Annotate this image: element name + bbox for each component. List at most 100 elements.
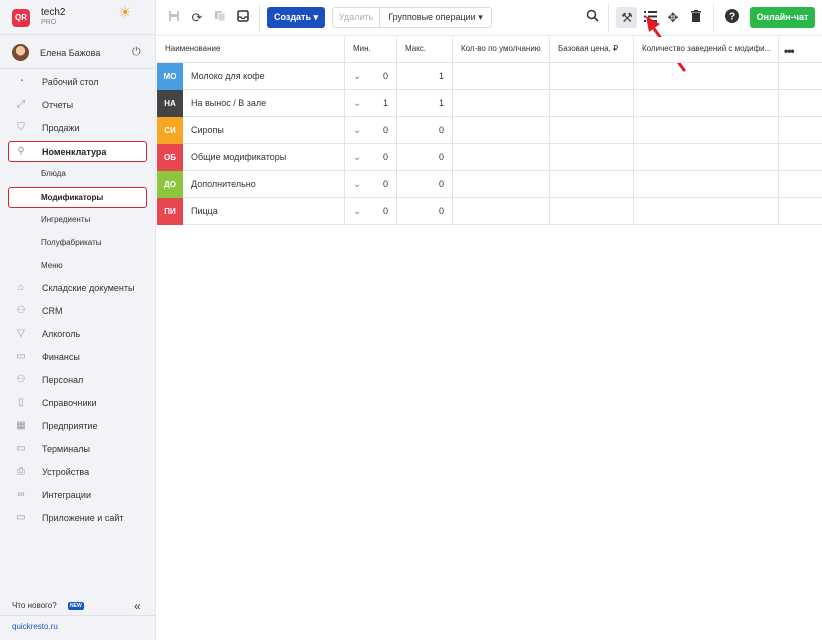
modifier-name-text: На вынос / В зале: [191, 98, 267, 108]
base-price-cell[interactable]: [550, 171, 634, 198]
min-cell[interactable]: 0: [345, 198, 397, 225]
table-row[interactable]: МО Молоко для кофе ⌄ 0 1: [157, 63, 822, 90]
search-icon[interactable]: [583, 9, 601, 27]
default-qty-cell[interactable]: [453, 63, 550, 90]
min-cell[interactable]: 0: [345, 171, 397, 198]
default-qty-cell[interactable]: [453, 171, 550, 198]
venues-count-cell[interactable]: [634, 117, 779, 144]
max-cell[interactable]: 1: [397, 90, 453, 117]
sidebar-item-staff[interactable]: ⚇ Персонал: [12, 370, 146, 390]
site-link[interactable]: quickresto.ru: [12, 622, 58, 631]
sidebar-item-crm[interactable]: ⚇ CRM: [12, 301, 146, 321]
column-header-max[interactable]: Макс.: [397, 37, 453, 63]
min-cell[interactable]: 1: [345, 90, 397, 117]
max-cell[interactable]: 0: [397, 198, 453, 225]
collapse-sidebar-icon[interactable]: «: [134, 599, 141, 613]
modifier-badge: МО: [157, 63, 183, 90]
max-cell[interactable]: 0: [397, 144, 453, 171]
copy-icon[interactable]: [211, 9, 229, 27]
sidebar-item-label: Номенклатура: [42, 147, 107, 157]
column-header-default-qty[interactable]: Кол-во по умолчанию: [453, 37, 550, 63]
default-qty-cell[interactable]: [453, 144, 550, 171]
venues-count-cell[interactable]: [634, 171, 779, 198]
max-cell[interactable]: 0: [397, 171, 453, 198]
venues-count-cell[interactable]: [634, 63, 779, 90]
theme-toggle-sun-icon[interactable]: ☀: [117, 4, 133, 20]
sidebar-item-devices[interactable]: ⎙ Устройства: [12, 462, 146, 482]
modifier-name[interactable]: Дополнительно ⌄: [183, 171, 361, 198]
table-row[interactable]: ДО Дополнительно ⌄ 0 0: [157, 171, 822, 198]
sidebar-item-dashboard[interactable]: ◔ Рабочий стол: [12, 72, 146, 92]
default-qty-cell[interactable]: [453, 117, 550, 144]
reports-icon: ⤢: [17, 99, 25, 110]
wallet-icon: ▭: [16, 351, 26, 362]
terminal-icon: ▭: [16, 443, 26, 454]
logout-power-icon[interactable]: ⏻: [132, 46, 141, 59]
sidebar-item-integrations[interactable]: ∞ Интеграции: [12, 485, 146, 505]
column-header-base-price[interactable]: Базовая цена, ₽: [550, 37, 634, 63]
base-price-cell[interactable]: [550, 144, 634, 171]
venues-count-cell[interactable]: [634, 90, 779, 117]
base-price-cell[interactable]: [550, 63, 634, 90]
sidebar-item-label: Терминалы: [42, 444, 90, 454]
save-icon[interactable]: [165, 9, 183, 27]
inbox-icon[interactable]: [234, 9, 252, 27]
modifier-name[interactable]: На вынос / В зале ⌄: [183, 90, 361, 117]
create-button[interactable]: Создать ▾: [267, 7, 325, 28]
default-qty-cell[interactable]: [453, 90, 550, 117]
modifier-name[interactable]: Пицца ⌄: [183, 198, 361, 225]
sidebar-item-nomenclature[interactable]: ⚲ Номенклатура: [12, 142, 146, 162]
help-icon[interactable]: ?: [723, 9, 741, 27]
sidebar-item-sales[interactable]: ⛉ Продажи: [12, 118, 146, 138]
delete-button[interactable]: Удалить: [332, 7, 380, 28]
modifier-name[interactable]: Общие модификаторы ⌄: [183, 144, 361, 171]
min-cell[interactable]: 0: [345, 144, 397, 171]
default-qty-cell[interactable]: [453, 198, 550, 225]
sidebar-item-terminals[interactable]: ▭ Терминалы: [12, 439, 146, 459]
group-operations-dropdown[interactable]: Групповые операции ▾: [380, 7, 492, 28]
sidebar-item-finance[interactable]: ▭ Финансы: [12, 347, 146, 367]
table-row[interactable]: ОБ Общие модификаторы ⌄ 0 0: [157, 144, 822, 171]
table-row[interactable]: СИ Сиропы ⌄ 0 0: [157, 117, 822, 144]
venues-count-cell[interactable]: [634, 144, 779, 171]
min-cell[interactable]: 0: [345, 63, 397, 90]
sidebar-item-references[interactable]: ▯ Справочники: [12, 393, 146, 413]
column-header-min[interactable]: Мин.: [345, 37, 397, 63]
crm-icon: ⚇: [16, 305, 26, 316]
base-price-cell[interactable]: [550, 198, 634, 225]
sidebar-item-enterprise[interactable]: ▦ Предприятие: [12, 416, 146, 436]
whats-new-link[interactable]: Что нового?: [12, 601, 57, 610]
column-header-name[interactable]: Наименование: [157, 37, 345, 63]
sidebar-subitem-dishes[interactable]: Блюда: [41, 169, 66, 178]
max-cell[interactable]: 1: [397, 63, 453, 90]
base-price-cell[interactable]: [550, 117, 634, 144]
table-row[interactable]: НА На вынос / В зале ⌄ 1 1: [157, 90, 822, 117]
sidebar-subitem-modifiers[interactable]: Модификаторы: [41, 193, 103, 202]
sidebar-item-reports[interactable]: ⤢ Отчеты: [12, 95, 146, 115]
sidebar-subitem-semi-products[interactable]: Полуфабрикаты: [41, 238, 102, 247]
sidebar-item-alcohol[interactable]: ▽ Алкоголь: [12, 324, 146, 344]
more-options-icon[interactable]: •••: [784, 44, 795, 58]
sidebar-item-warehouse-docs[interactable]: ⌂ Складские документы: [12, 278, 146, 298]
sidebar-subitem-ingredients[interactable]: Ингредиенты: [41, 215, 90, 224]
base-price-cell[interactable]: [550, 90, 634, 117]
sidebar-item-label: Складские документы: [42, 283, 135, 293]
sidebar-subitem-menu[interactable]: Меню: [41, 261, 63, 270]
modifier-name[interactable]: Молоко для кофе ⌄: [183, 63, 361, 90]
tools-icon[interactable]: ⚒: [618, 9, 636, 27]
quickresto-logo: QR: [12, 9, 30, 27]
user-profile[interactable]: Елена Бажова ⏻: [12, 44, 146, 62]
modifier-badge: СИ: [157, 117, 183, 144]
column-header-venues-count[interactable]: Количество заведений с модифи...: [634, 37, 779, 63]
venues-count-cell[interactable]: [634, 198, 779, 225]
sidebar-item-label: Отчеты: [42, 100, 74, 110]
sidebar-item-app-and-site[interactable]: ▭ Приложение и сайт: [12, 508, 146, 528]
refresh-icon[interactable]: ⟳: [188, 9, 206, 27]
min-cell[interactable]: 0: [345, 117, 397, 144]
max-cell[interactable]: 0: [397, 117, 453, 144]
modifier-name[interactable]: Сиропы ⌄: [183, 117, 361, 144]
table-row[interactable]: ПИ Пицца ⌄ 0 0: [157, 198, 822, 225]
online-chat-button[interactable]: Онлайн-чат: [750, 7, 815, 28]
divider: [713, 4, 714, 32]
printer-icon: ⎙: [17, 466, 25, 477]
